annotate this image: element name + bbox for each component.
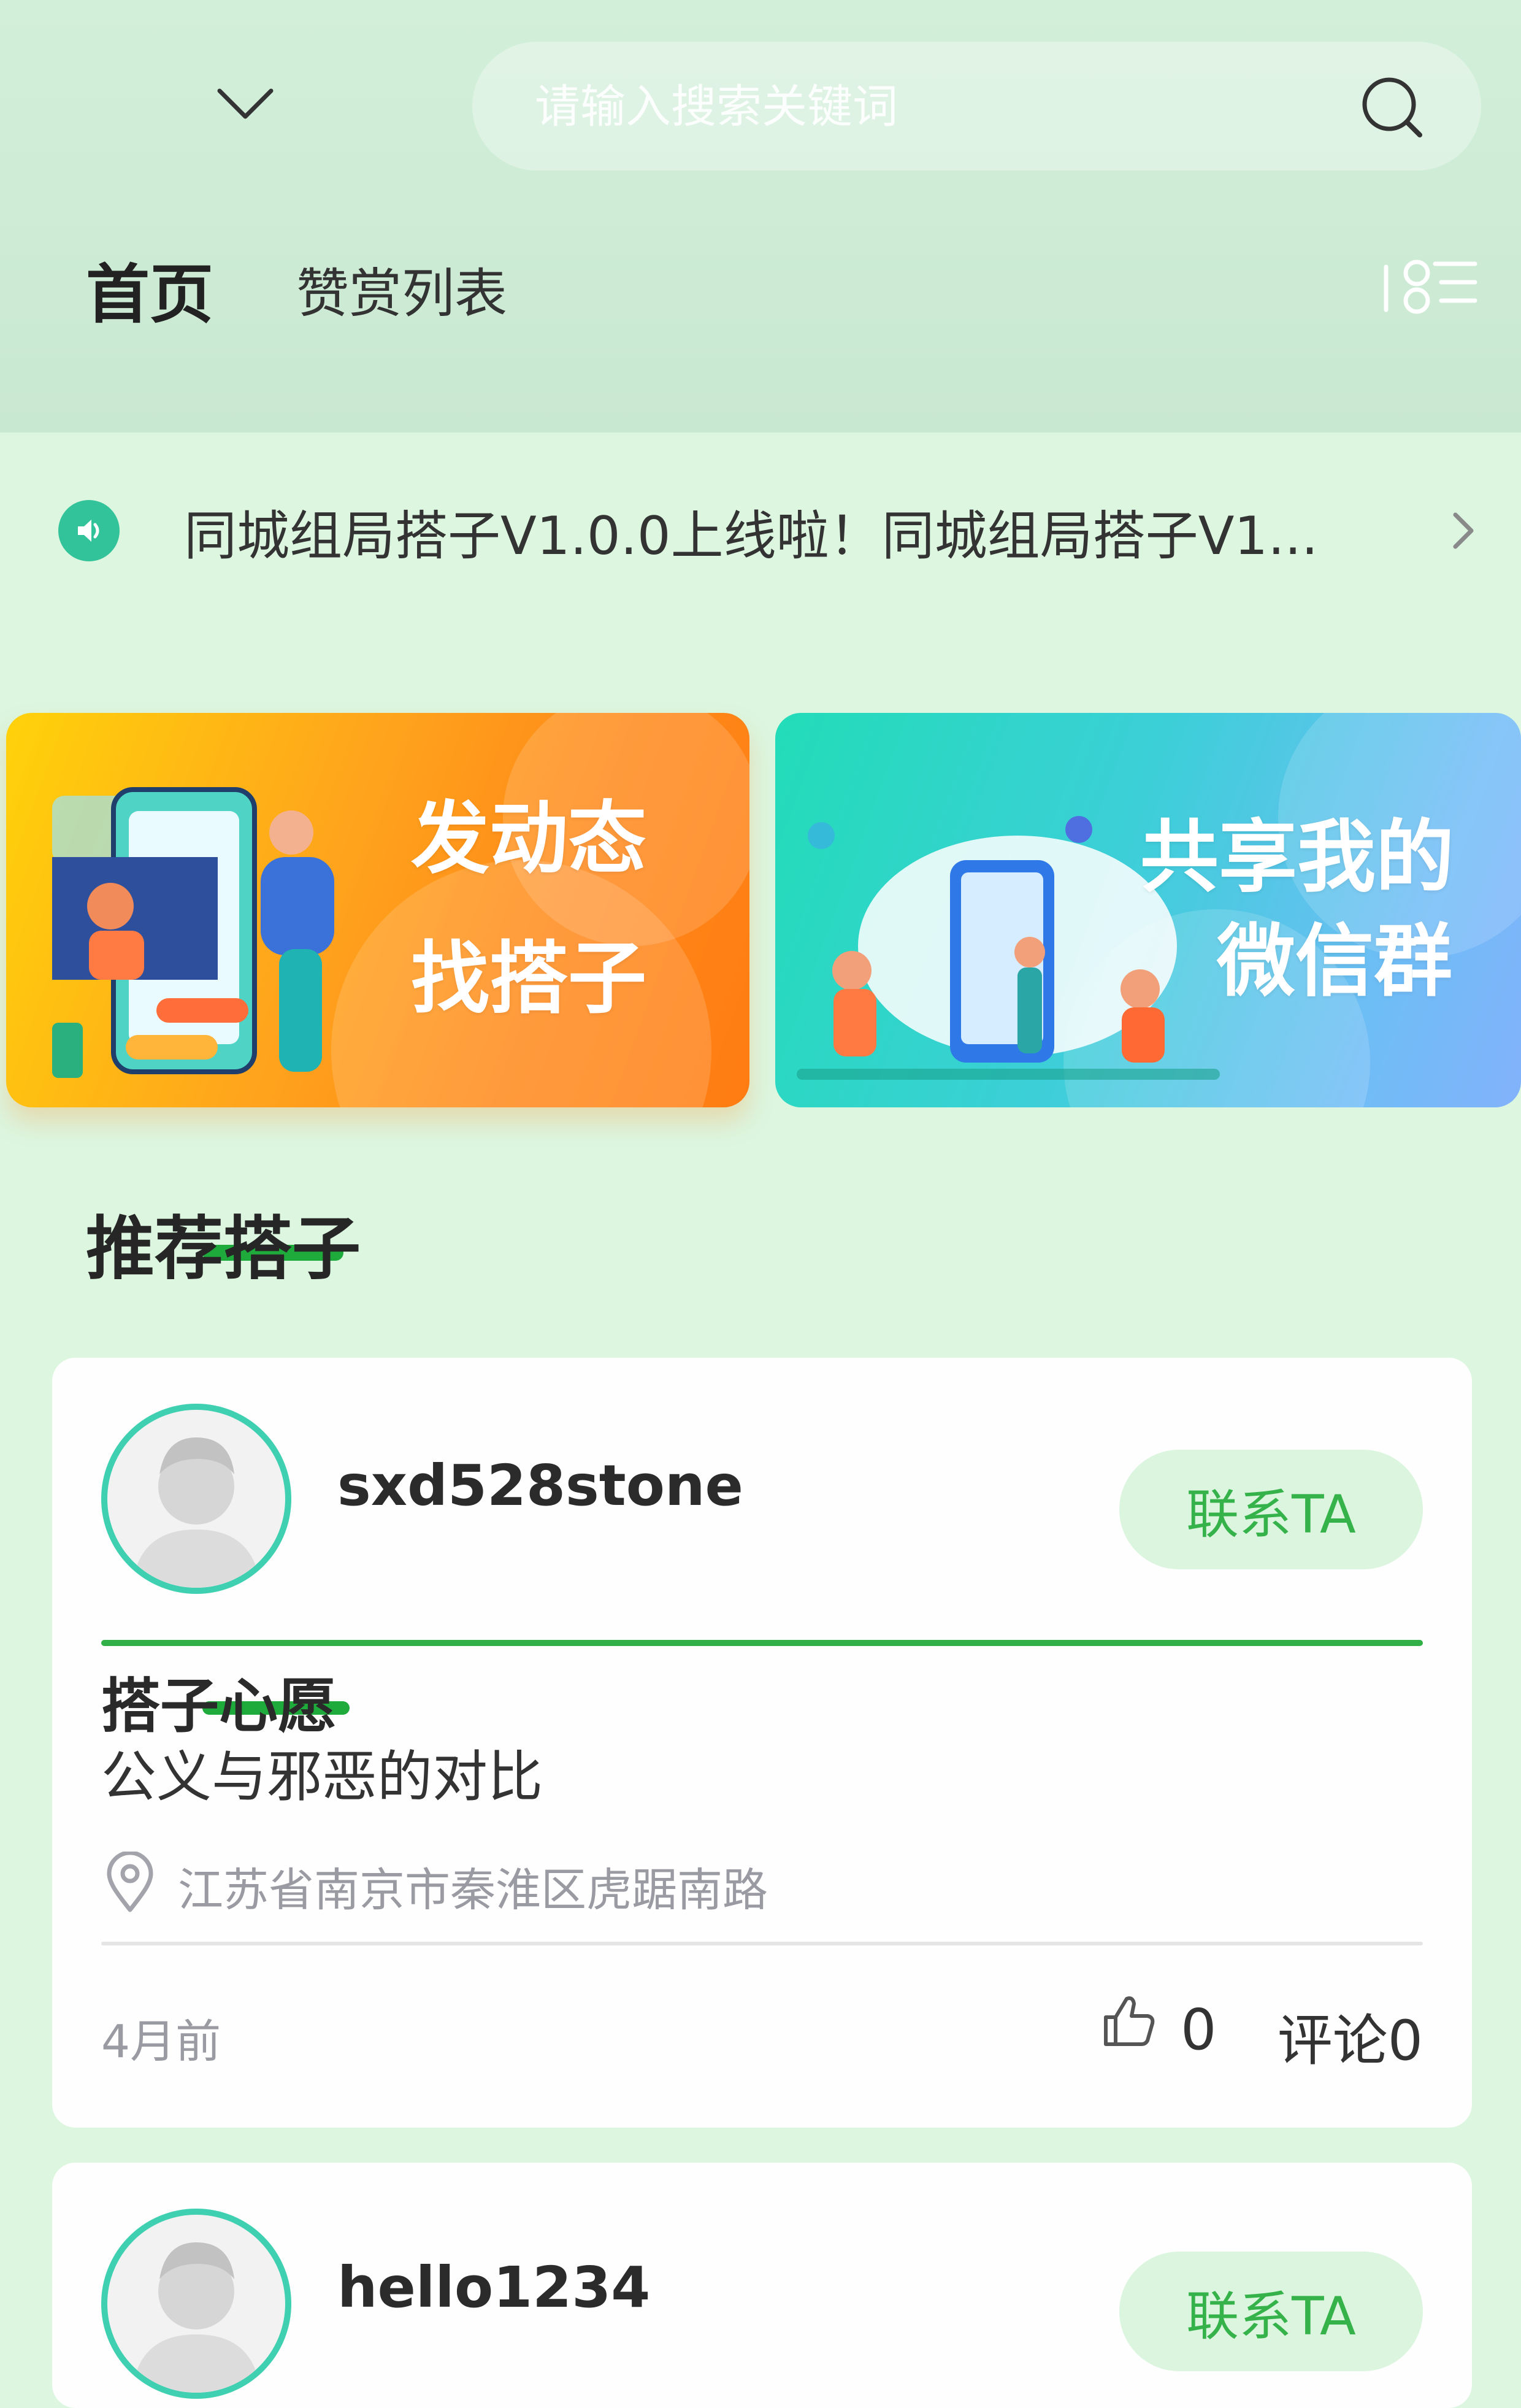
header: 首页 赞赏列表 [0, 0, 1521, 433]
username[interactable]: sxd528stone [337, 1453, 743, 1518]
banner-right-line2: 微信群 [1217, 916, 1453, 1007]
tab-home[interactable]: 首页 [86, 242, 213, 335]
comment-count[interactable]: 评论0 [1278, 1996, 1423, 2075]
share-wechat-group-banner[interactable]: 共享我的 微信群 [775, 713, 1521, 1107]
divider [101, 1942, 1423, 1945]
speaker-icon [58, 500, 120, 561]
location-pin-icon [107, 1852, 153, 1912]
chevron-down-icon [217, 88, 274, 119]
city-dropdown[interactable] [212, 74, 279, 135]
avatar[interactable] [101, 1404, 291, 1594]
search-input[interactable] [534, 42, 1333, 172]
top-tabs: 首页 赞赏列表 [86, 245, 507, 332]
username[interactable]: hello1234 [337, 2255, 650, 2320]
avatar[interactable] [101, 2209, 291, 2399]
phone-illustration [52, 787, 334, 1078]
post-time: 4月前 [101, 2015, 221, 2068]
divider [101, 1640, 1423, 1646]
chevron-right-icon [1453, 512, 1474, 549]
contact-button[interactable]: 联系TA [1119, 2252, 1423, 2371]
notice-text: 同城组局搭子V1.0.0上线啦！同城组局搭子V1... [184, 505, 1319, 567]
wish-title: 搭子心愿 [101, 1658, 350, 1741]
post-dynamic-banner[interactable]: 发动态 找搭子 [6, 713, 749, 1107]
section-title-text: 推荐搭子 [86, 1209, 361, 1289]
menu-list-icon[interactable] [1383, 248, 1481, 322]
like-count: 0 [1181, 1997, 1217, 2063]
wish-title-text: 搭子心愿 [101, 1672, 337, 1741]
banner-left-line2: 找搭子 [411, 933, 647, 1025]
contact-button[interactable]: 联系TA [1119, 1450, 1423, 1569]
banner-right-line1: 共享我的 [1140, 812, 1455, 903]
banner-left-line1: 发动态 [411, 793, 647, 885]
section-title: 推荐搭子 [86, 1193, 361, 1289]
post-card[interactable]: hello1234 联系TA [52, 2163, 1472, 2408]
thumbs-up-icon[interactable] [1101, 1993, 1156, 2048]
search-icon[interactable] [1358, 74, 1426, 141]
post-card[interactable]: sxd528stone 联系TA 搭子心愿 公义与邪恶的对比 江苏省南京市秦淮区… [52, 1358, 1472, 2128]
tab-reward-list[interactable]: 赞赏列表 [296, 250, 507, 327]
search-bar[interactable] [472, 42, 1481, 172]
location-text: 江苏省南京市秦淮区虎踞南路 [178, 1864, 768, 1917]
notice-bar[interactable]: 同城组局搭子V1.0.0上线啦！同城组局搭子V1... [58, 494, 1487, 567]
wish-text: 公义与邪恶的对比 [101, 1745, 543, 1809]
